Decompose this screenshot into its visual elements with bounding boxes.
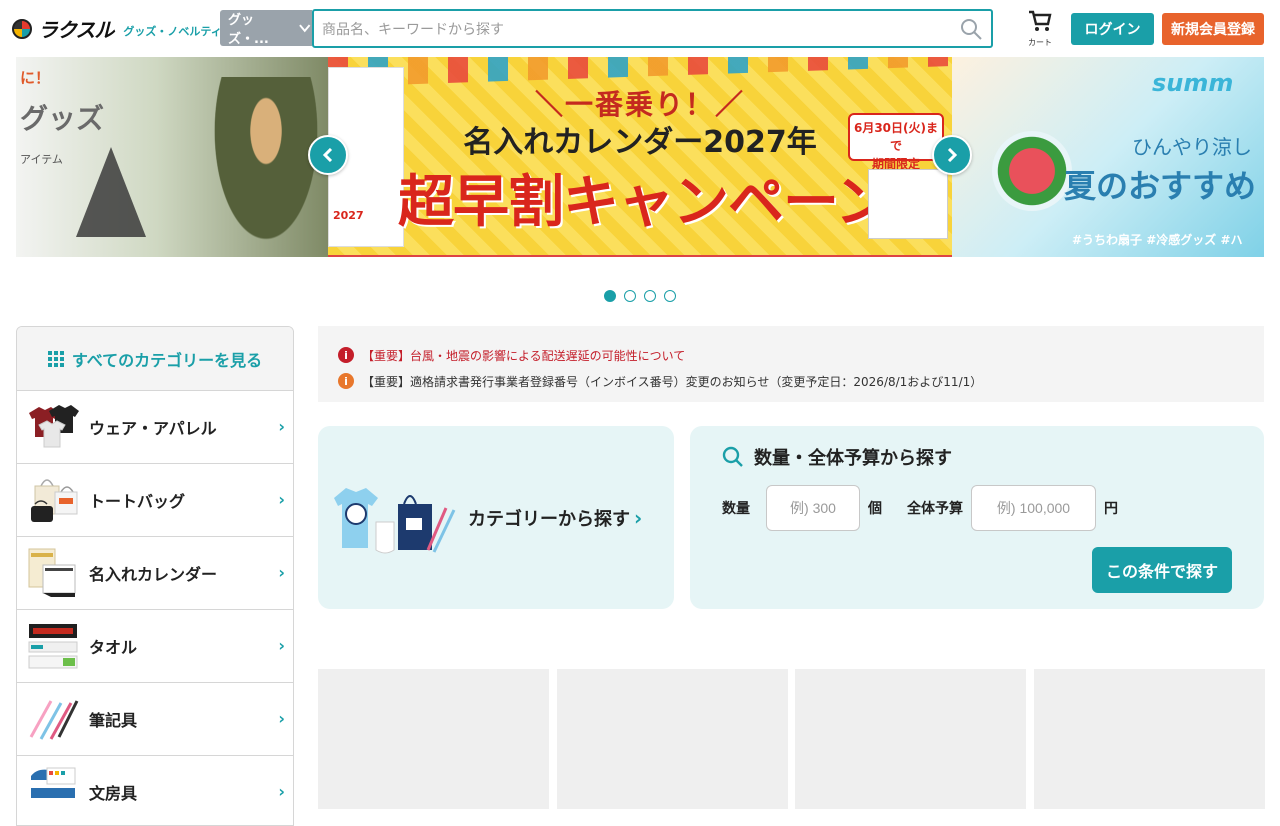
badge-date: 6月30日(火)まで: [853, 121, 939, 153]
calendar-year: 2027: [333, 209, 364, 222]
search-icon: [722, 446, 743, 467]
desk-calendar-image: [868, 169, 948, 239]
category-search-label: カテゴリーから探す: [468, 508, 630, 530]
budget-title-text: 数量・全体予算から探す: [754, 448, 952, 469]
slide-right-line1: ひんやり涼し: [1132, 135, 1252, 159]
search-box: [312, 9, 993, 48]
sidebar-item-writing-tools[interactable]: 筆記具 ›: [17, 683, 293, 756]
slide-left-title: グッズ: [20, 102, 105, 135]
notice-box: i 【重要】台風・地震の影響による配送遅延の可能性について i 【重要】適格請求…: [318, 326, 1264, 402]
person-image: [206, 77, 326, 257]
search-input[interactable]: [314, 11, 954, 46]
chevron-right-icon: ›: [634, 505, 643, 530]
notice-item-invoice: i 【重要】適格請求書発行事業者登録番号（インボイス番号）変更のお知らせ（変更予…: [338, 368, 1264, 394]
all-categories-link[interactable]: すべてのカテゴリーを見る: [17, 327, 293, 391]
cart-icon: [1029, 10, 1052, 31]
search-category-value: グッズ・...: [228, 13, 269, 47]
quantity-input[interactable]: [766, 485, 860, 531]
cart-label: カート: [1028, 38, 1052, 47]
sidebar-item-label: トートバッグ: [89, 492, 186, 511]
register-button[interactable]: 新規会員登録: [1162, 13, 1264, 45]
quantity-label: 数量: [722, 501, 750, 517]
category-search-panel[interactable]: カテゴリーから探す ›: [318, 426, 674, 609]
quantity-unit: 個: [868, 501, 882, 517]
quantity-budget-panel: 数量・全体予算から探す 数量 個 全体予算 円 この条件で探す: [690, 426, 1264, 609]
chevron-right-icon: ›: [278, 636, 285, 655]
chevron-right-icon: ›: [278, 563, 285, 582]
hero-carousel: に！ グッズ アイテム 2027 ＼一番乗り！／ 名入れカレンダー2027年 超…: [16, 57, 1264, 257]
category-goods-image: [332, 478, 456, 558]
carousel-dot-1[interactable]: [604, 290, 616, 302]
chevron-right-icon: ›: [278, 490, 285, 509]
product-card-placeholder[interactable]: [1034, 669, 1265, 809]
header: ラクスル グッズ・ノベルティ グッズ・... カート ログイン 新規会員登録: [0, 0, 1280, 57]
info-icon: i: [338, 373, 354, 389]
slide-summer-goods[interactable]: summ ひんやり涼し 夏のおすすめ #うちわ扇子 #冷感グッズ #ハ: [952, 57, 1264, 257]
carousel-dot-2[interactable]: [624, 290, 636, 302]
condition-search-button[interactable]: この条件で探す: [1092, 547, 1232, 593]
logo-text: ラクスル: [38, 18, 114, 42]
sidebar-item-towel[interactable]: タオル ›: [17, 610, 293, 683]
budget-unit: 円: [1104, 501, 1118, 517]
budget-panel-title: 数量・全体予算から探す: [722, 444, 952, 470]
tshirt-thumbnail: [27, 401, 79, 453]
budget-input-row: 数量 個 全体予算 円: [722, 485, 1118, 531]
slide-outdoor-goods[interactable]: に！ グッズ アイテム: [16, 57, 328, 257]
category-sidebar: すべてのカテゴリーを見る ウェア・アパレル › トートバッグ › 名入れカレンダ…: [16, 326, 294, 826]
cart-button[interactable]: カート: [1024, 10, 1056, 48]
stationery-thumbnail: [27, 766, 79, 818]
sidebar-item-label: 筆記具: [89, 711, 138, 730]
sidebar-item-tote-bag[interactable]: トートバッグ ›: [17, 464, 293, 537]
fan-image: [992, 131, 1072, 211]
chevron-right-icon: [947, 148, 958, 162]
sidebar-item-label: タオル: [89, 638, 138, 657]
towel-thumbnail: [27, 620, 79, 672]
sidebar-item-stationery[interactable]: 文房具 ›: [17, 756, 293, 825]
sidebar-item-label: ウェア・アパレル: [89, 419, 217, 438]
chevron-down-icon: [299, 24, 311, 33]
grid-icon: [47, 350, 64, 367]
site-logo[interactable]: ラクスル グッズ・ノベルティ: [12, 14, 222, 43]
calendar-thumbnail: [27, 547, 79, 599]
product-card-placeholder[interactable]: [318, 669, 549, 809]
logo-subtitle: グッズ・ノベルティ: [123, 24, 222, 38]
slide-right-title: summ: [1152, 69, 1234, 97]
search-category-select[interactable]: グッズ・...: [220, 10, 312, 47]
tote-bag-thumbnail: [27, 474, 79, 526]
budget-input[interactable]: [971, 485, 1096, 531]
notice-link-invoice[interactable]: 【重要】適格請求書発行事業者登録番号（インボイス番号）変更のお知らせ（変更予定日…: [362, 373, 982, 390]
carousel-prev-button[interactable]: [308, 135, 348, 175]
stool-image: [76, 147, 146, 237]
slide-right-hashtags: #うちわ扇子 #冷感グッズ #ハ: [1072, 233, 1243, 247]
chevron-right-icon: ›: [278, 417, 285, 436]
limited-period-badge: 6月30日(火)まで 期間限定: [848, 113, 944, 171]
alert-icon: i: [338, 347, 354, 363]
sidebar-item-label: 名入れカレンダー: [89, 565, 218, 584]
carousel-next-button[interactable]: [932, 135, 972, 175]
chevron-right-icon: ›: [278, 782, 285, 801]
carousel-dots: [604, 290, 676, 302]
chevron-left-icon: [322, 148, 333, 162]
sidebar-item-calendar[interactable]: 名入れカレンダー ›: [17, 537, 293, 610]
pen-thumbnail: [27, 693, 79, 745]
logo-mark-icon: [12, 18, 32, 39]
notice-link-delay[interactable]: 【重要】台風・地震の影響による配送遅延の可能性について: [362, 347, 685, 364]
all-categories-label: すべてのカテゴリーを見る: [71, 350, 263, 370]
slide-right-line2: 夏のおすすめ: [1064, 167, 1257, 205]
budget-label: 全体予算: [907, 501, 963, 517]
slide-left-sub: アイテム: [20, 153, 63, 166]
notice-item-delay: i 【重要】台風・地震の影響による配送遅延の可能性について: [338, 342, 1264, 368]
carousel-dot-3[interactable]: [644, 290, 656, 302]
search-icon[interactable]: [959, 17, 983, 41]
slide-calendar-campaign[interactable]: 2027 ＼一番乗り！／ 名入れカレンダー2027年 超早割キャンペーン 6月3…: [328, 57, 952, 257]
banner-campaign-title: 超早割キャンペーン: [398, 170, 891, 235]
product-card-placeholder[interactable]: [557, 669, 788, 809]
product-card-placeholder[interactable]: [795, 669, 1026, 809]
sidebar-item-label: 文房具: [89, 784, 138, 803]
login-button[interactable]: ログイン: [1071, 13, 1154, 45]
slide-left-tag: に！: [20, 69, 51, 87]
chevron-right-icon: ›: [278, 709, 285, 728]
sidebar-item-apparel[interactable]: ウェア・アパレル ›: [17, 391, 293, 464]
carousel-dot-4[interactable]: [664, 290, 676, 302]
